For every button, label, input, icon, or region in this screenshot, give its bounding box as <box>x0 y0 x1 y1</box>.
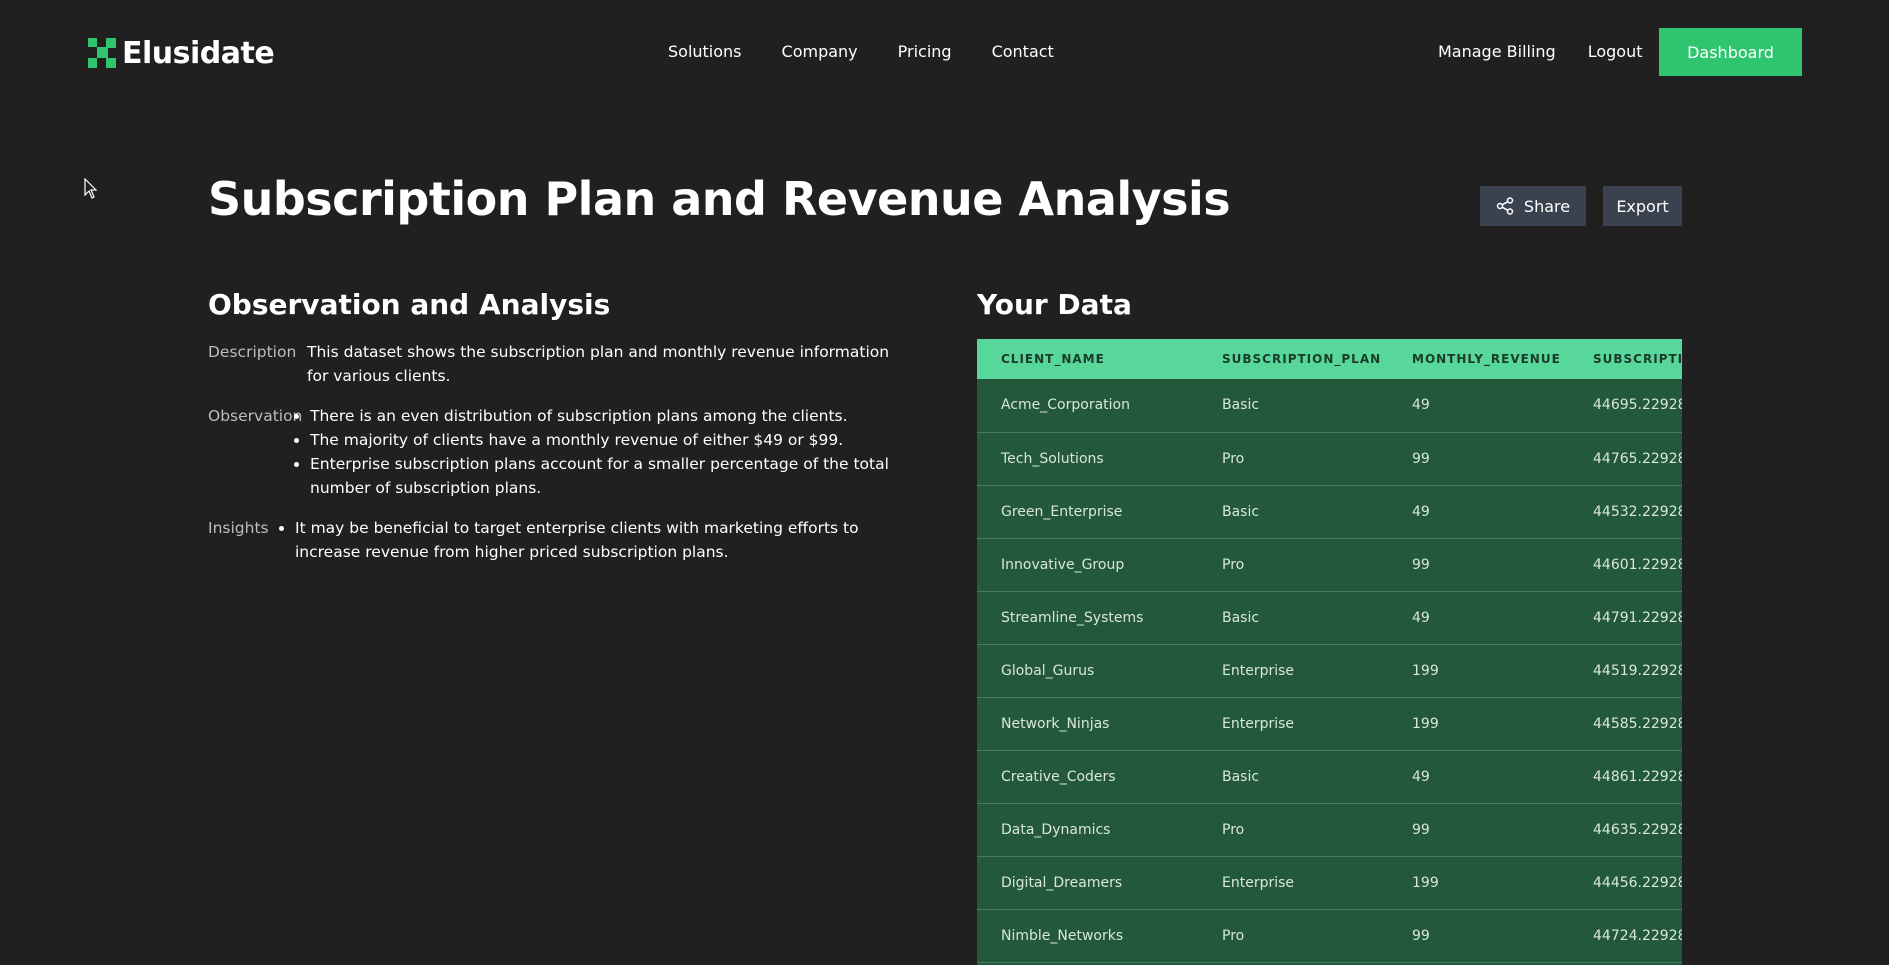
table-row: Creative_Coders Basic 49 44861.229282 <box>977 750 1682 803</box>
table-cell: 49 <box>1412 768 1430 785</box>
table-cell: 199 <box>1412 715 1439 732</box>
column-header[interactable]: CLIENT_NAME <box>977 339 1198 379</box>
share-icon <box>1496 197 1514 215</box>
logo-icon <box>88 38 118 68</box>
site-header: Elusidate Solutions Company Pricing Cont… <box>0 0 1889 105</box>
column-header[interactable]: SUBSCRIPTION_PLAN <box>1198 339 1388 379</box>
share-button[interactable]: Share <box>1480 186 1586 226</box>
table-cell: 44724.229282 <box>1593 927 1682 944</box>
logout-link[interactable]: Logout <box>1588 42 1643 61</box>
table-cell: 44635.229282 <box>1593 821 1682 838</box>
data-table: CLIENT_NAME SUBSCRIPTION_PLAN MONTHLY_RE… <box>977 339 1682 963</box>
observation-title: Observation and Analysis <box>208 288 611 321</box>
table-cell: 49 <box>1412 503 1430 520</box>
data-title: Your Data <box>977 288 1132 321</box>
table-row: Network_Ninjas Enterprise 199 44585.229282 <box>977 697 1682 750</box>
description-section: Description This dataset shows the subsc… <box>208 340 928 390</box>
table-cell: Acme_Corporation <box>1001 397 1130 414</box>
table-cell: 44695.229282 <box>1593 397 1682 414</box>
main-nav: Solutions Company Pricing Contact <box>668 42 1054 61</box>
table-cell: Nimble_Networks <box>1001 927 1124 944</box>
table-cell: Enterprise <box>1222 874 1295 891</box>
observation-list: There is an even distribution of subscri… <box>292 404 932 500</box>
list-item: Enterprise subscription plans account fo… <box>310 452 932 500</box>
nav-contact[interactable]: Contact <box>992 42 1054 61</box>
table-cell: Pro <box>1222 450 1245 467</box>
table-cell: 44791.229282 <box>1593 609 1682 626</box>
insights-label: Insights <box>208 519 269 537</box>
table-row: Digital_Dreamers Enterprise 199 44456.22928… <box>977 856 1682 909</box>
list-item: The majority of clients have a monthly r… <box>310 428 932 452</box>
column-header[interactable]: SUBSCRIPTIO <box>1569 339 1682 379</box>
table-cell: Pro <box>1222 556 1245 573</box>
account-links: Manage Billing Logout <box>1438 42 1642 61</box>
table-row: Acme_Corporation Basic 49 44695.229282 <box>977 379 1682 432</box>
table-cell: Basic <box>1222 503 1260 520</box>
column-header[interactable]: MONTHLY_REVENUE <box>1388 339 1569 379</box>
table-cell: 99 <box>1412 821 1430 838</box>
table-cell: Basic <box>1222 397 1260 414</box>
table-row: Data_Dynamics Pro 99 44635.229282 <box>977 803 1682 856</box>
description-text: This dataset shows the subscription plan… <box>307 343 890 385</box>
manage-billing-link[interactable]: Manage Billing <box>1438 42 1556 61</box>
table-cell: Pro <box>1222 821 1245 838</box>
table-cell: 44532.229282 <box>1593 503 1682 520</box>
insights-section: Insights It may be beneficial to target … <box>208 516 928 566</box>
table-row: Nimble_Networks Pro 99 44724.229282 <box>977 909 1682 962</box>
table-cell: 44765.229282 <box>1593 450 1682 467</box>
table-cell: Green_Enterprise <box>1001 503 1123 520</box>
share-label: Share <box>1523 196 1571 216</box>
table-cell: Pro <box>1222 927 1245 944</box>
table-cell: 199 <box>1412 874 1439 891</box>
table-cell: Network_Ninjas <box>1001 715 1110 732</box>
export-button[interactable]: Export <box>1603 186 1682 226</box>
table-header-row: CLIENT_NAME SUBSCRIPTION_PLAN MONTHLY_RE… <box>977 339 1682 379</box>
table-cell: Data_Dynamics <box>1001 821 1111 838</box>
table-row: Innovative_Group Pro 99 44601.229282 <box>977 538 1682 591</box>
table-cell: Tech_Solutions <box>1001 450 1104 467</box>
list-item: There is an even distribution of subscri… <box>310 404 932 428</box>
table-cell: 49 <box>1412 397 1430 414</box>
table-body: Acme_Corporation Basic 49 44695.229282 Tech_… <box>977 379 1682 962</box>
list-item: It may be beneficial to target enterpris… <box>295 516 907 564</box>
nav-pricing[interactable]: Pricing <box>898 42 952 61</box>
table-cell: 99 <box>1412 556 1430 573</box>
table-cell: Creative_Coders <box>1001 768 1116 785</box>
table-row: Tech_Solutions Pro 99 44765.229282 <box>977 432 1682 485</box>
table-cell: Digital_Dreamers <box>1001 874 1123 891</box>
data-table-container[interactable]: CLIENT_NAME SUBSCRIPTION_PLAN MONTHLY_RE… <box>977 339 1682 965</box>
table-cell: Enterprise <box>1222 715 1295 732</box>
table-cell: Basic <box>1222 609 1260 626</box>
table-cell: 49 <box>1412 609 1430 626</box>
brand-name: Elusidate <box>122 35 275 71</box>
observation-section: Observation There is an even distributio… <box>208 404 928 504</box>
table-cell: Enterprise <box>1222 662 1295 679</box>
observation-label: Observation <box>208 407 303 425</box>
insights-list: It may be beneficial to target enterpris… <box>277 516 907 564</box>
table-cell: 99 <box>1412 927 1430 944</box>
table-cell: Global_Gurus <box>1001 662 1095 679</box>
table-cell: 44861.229282 <box>1593 768 1682 785</box>
table-cell: 199 <box>1412 662 1439 679</box>
table-cell: Innovative_Group <box>1001 556 1125 573</box>
mouse-cursor-icon <box>84 178 98 199</box>
table-cell: 44519.229282 <box>1593 662 1682 679</box>
table-row: Streamline_Systems Basic 49 44791.229282 <box>977 591 1682 644</box>
description-label: Description <box>208 343 297 361</box>
table-cell: Streamline_Systems <box>1001 609 1144 626</box>
table-cell: Basic <box>1222 768 1260 785</box>
table-row: Global_Gurus Enterprise 199 44519.229282 <box>977 644 1682 697</box>
brand-logo[interactable]: Elusidate <box>88 35 275 71</box>
table-cell: 44601.229282 <box>1593 556 1682 573</box>
table-cell: 44456.229282 <box>1593 874 1682 891</box>
table-row: Green_Enterprise Basic 49 44532.229282 <box>977 485 1682 538</box>
page-title: Subscription Plan and Revenue Analysis <box>208 172 1231 226</box>
dashboard-button[interactable]: Dashboard <box>1659 28 1802 76</box>
nav-company[interactable]: Company <box>782 42 858 61</box>
table-cell: 44585.229282 <box>1593 715 1682 732</box>
nav-solutions[interactable]: Solutions <box>668 42 742 61</box>
table-cell: 99 <box>1412 450 1430 467</box>
